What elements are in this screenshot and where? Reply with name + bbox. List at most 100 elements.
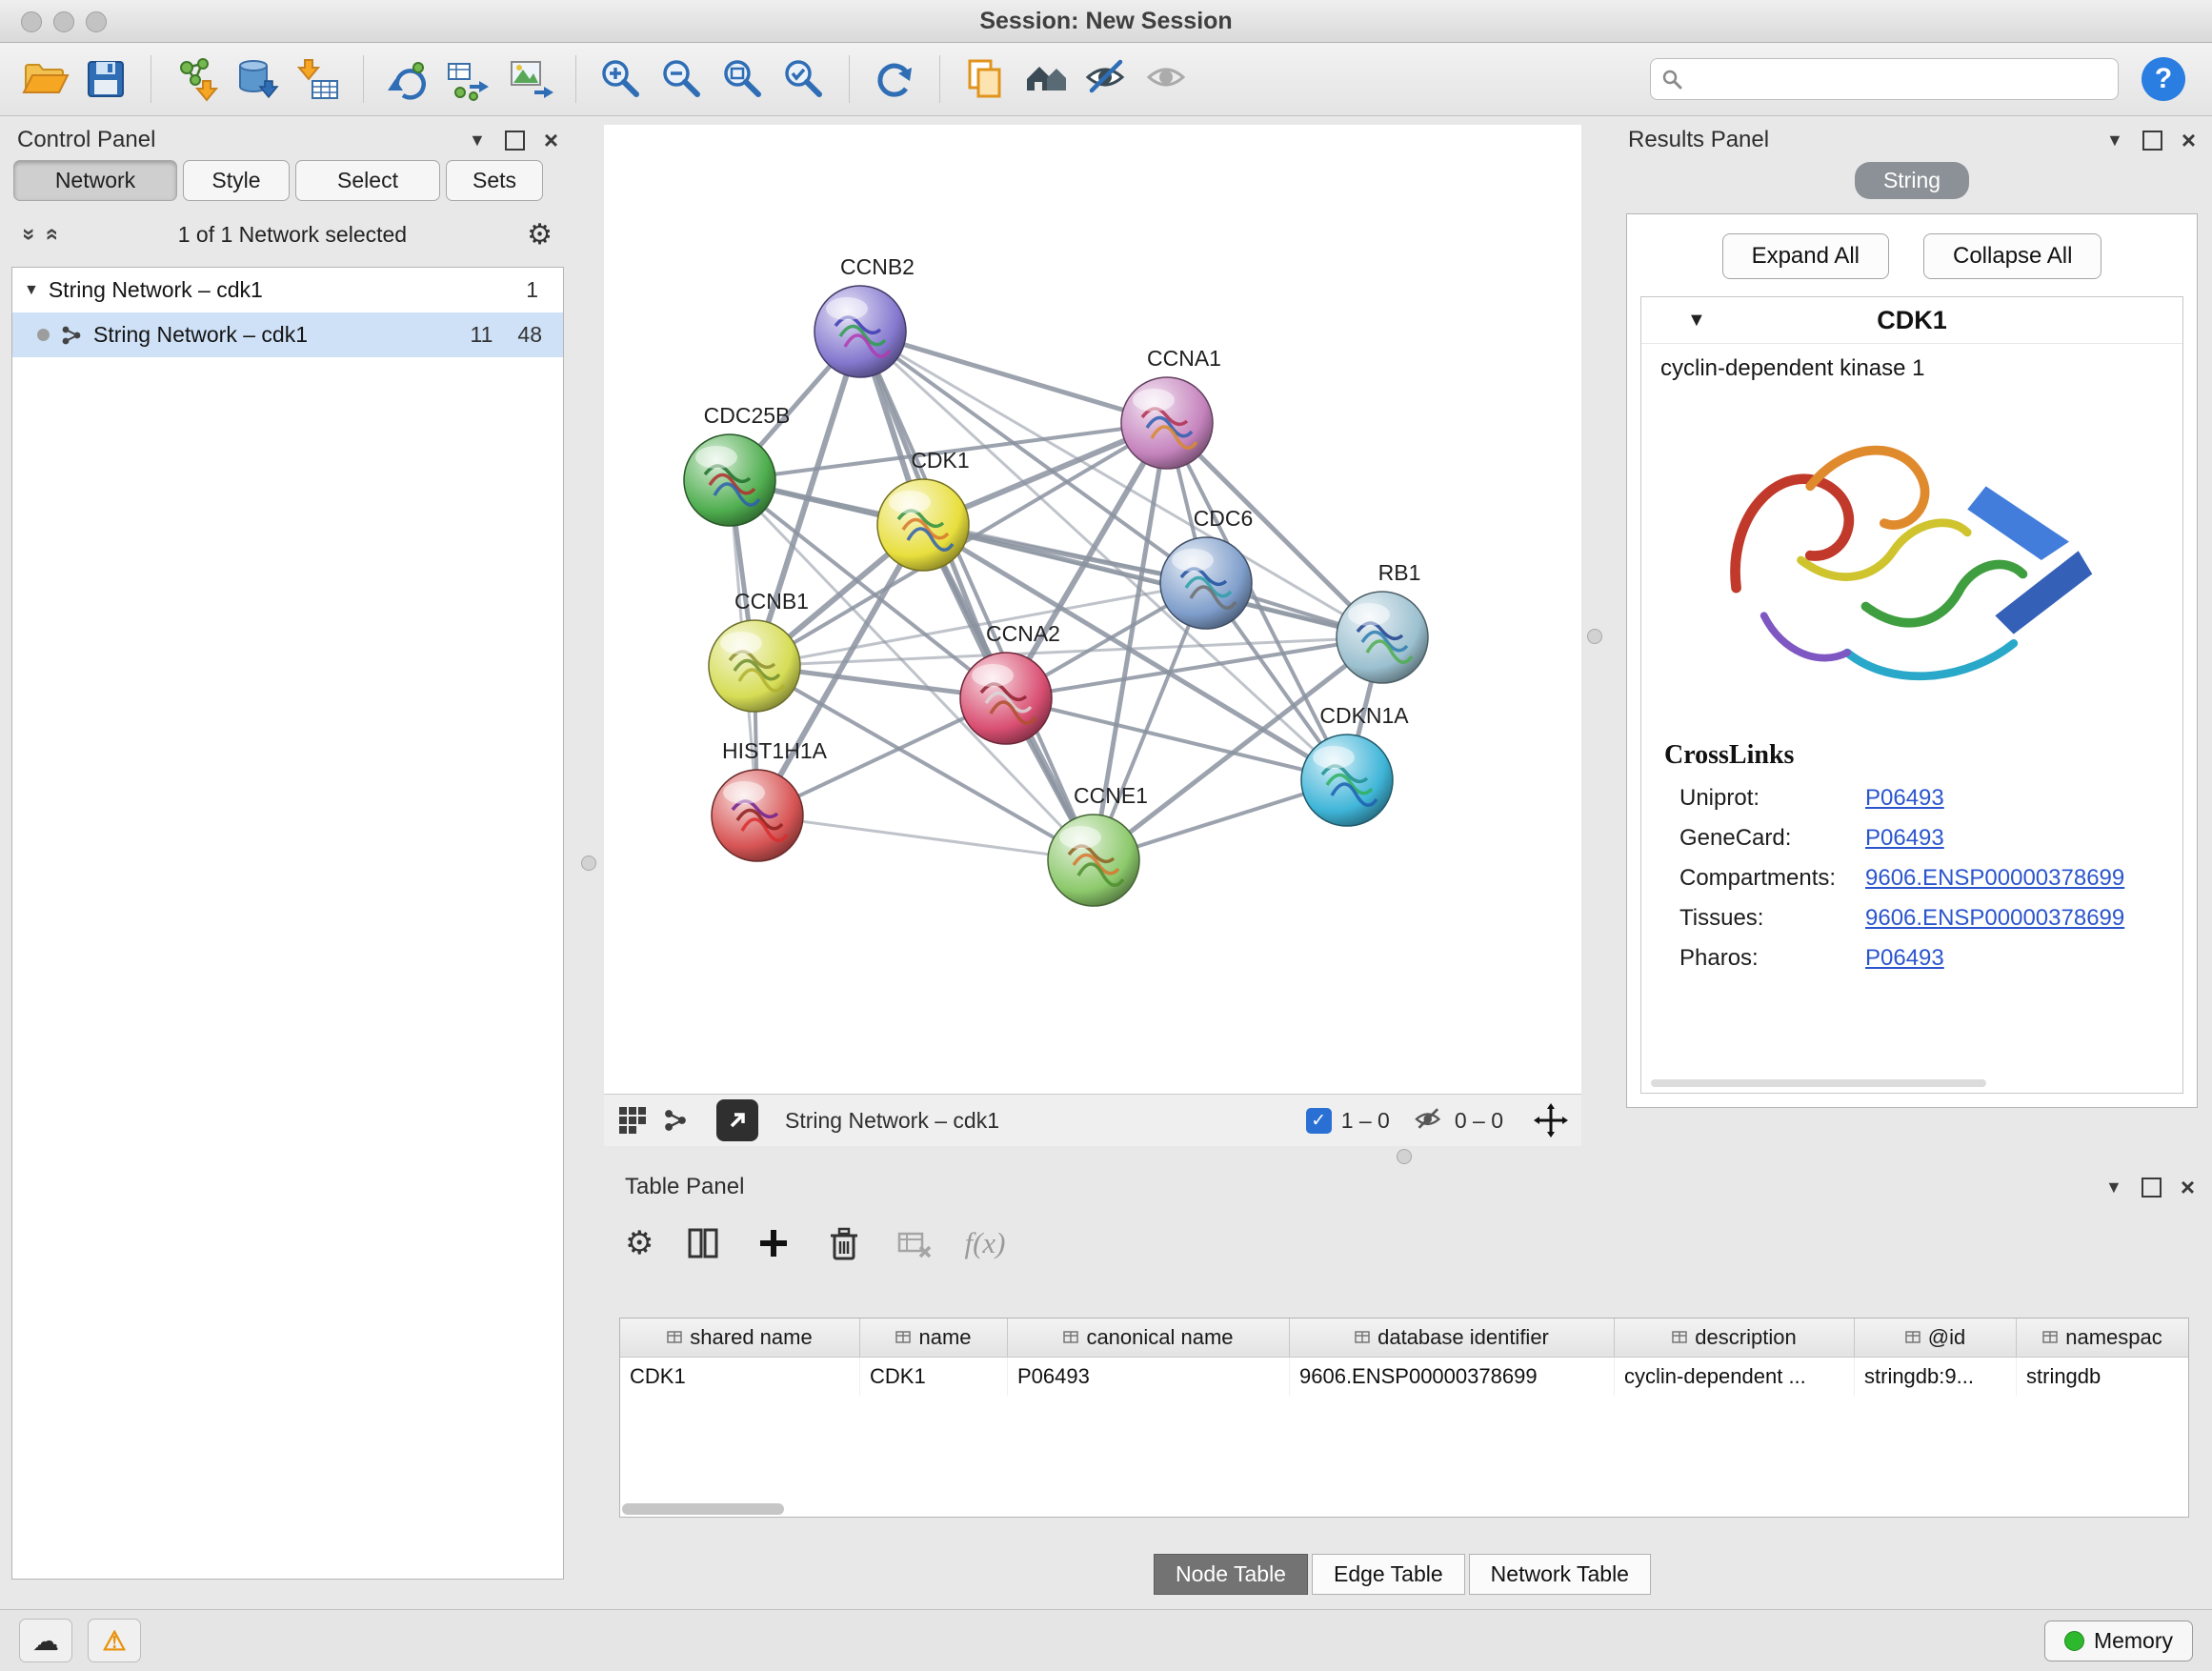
- close-panel-icon[interactable]: ×: [2181, 1175, 2195, 1199]
- cell-shared-name[interactable]: CDK1: [620, 1358, 860, 1396]
- network-node-CDK1[interactable]: CDK1: [877, 448, 970, 571]
- column-header[interactable]: canonical name: [1008, 1319, 1290, 1357]
- add-column-icon[interactable]: [753, 1222, 794, 1264]
- close-panel-icon[interactable]: ×: [2182, 128, 2196, 152]
- collapse-arrow-icon[interactable]: ▼: [24, 282, 39, 299]
- tab-network-table[interactable]: Network Table: [1469, 1554, 1651, 1595]
- network-edge[interactable]: [860, 332, 1167, 423]
- collapse-all-button[interactable]: Collapse All: [1923, 233, 2101, 279]
- tab-node-table[interactable]: Node Table: [1154, 1554, 1308, 1595]
- maximize-panel-icon[interactable]: [2142, 1178, 2162, 1198]
- export-image-icon[interactable]: [503, 51, 558, 107]
- network-node-CCNA1[interactable]: CCNA1: [1121, 346, 1221, 469]
- splitter-handle[interactable]: [1397, 1149, 1412, 1164]
- crosslink-link[interactable]: 9606.ENSP00000378699: [1865, 865, 2124, 892]
- import-network-database-icon[interactable]: [230, 51, 285, 107]
- network-node-CDC25B[interactable]: CDC25B: [684, 403, 790, 526]
- search-input[interactable]: [1691, 66, 2108, 92]
- network-node-RB1[interactable]: RB1: [1337, 560, 1428, 683]
- float-panel-icon[interactable]: ▼: [469, 131, 486, 151]
- save-session-icon[interactable]: [78, 51, 133, 107]
- show-all-icon[interactable]: [1140, 51, 1196, 107]
- minimize-window-button[interactable]: [53, 11, 74, 32]
- zoom-selected-icon[interactable]: [776, 51, 832, 107]
- tab-edge-table[interactable]: Edge Table: [1312, 1554, 1465, 1595]
- column-header[interactable]: name: [860, 1319, 1008, 1357]
- network-edge[interactable]: [757, 815, 1094, 860]
- crosslink-link[interactable]: P06493: [1865, 825, 1944, 852]
- collapse-section-icon[interactable]: ▼: [1687, 310, 1706, 332]
- cell-database-identifier[interactable]: 9606.ENSP00000378699: [1290, 1358, 1615, 1396]
- home-icon[interactable]: [1018, 51, 1074, 107]
- delete-table-icon[interactable]: [894, 1222, 935, 1264]
- splitter-handle[interactable]: [581, 856, 596, 871]
- expand-all-button[interactable]: Expand All: [1722, 233, 1889, 279]
- open-session-icon[interactable]: [17, 51, 72, 107]
- crosslink-link[interactable]: 9606.ENSP00000378699: [1865, 905, 2124, 932]
- network-overview-icon[interactable]: [661, 1106, 690, 1135]
- close-panel-icon[interactable]: ×: [544, 128, 558, 152]
- cell-canonical-name[interactable]: P06493: [1008, 1358, 1290, 1396]
- import-table-icon[interactable]: [291, 51, 346, 107]
- network-canvas[interactable]: CCNB2CCNA1CDC25BCDK1CDC6RB1CCNB1CCNA2CDK…: [604, 125, 1581, 1094]
- tab-select[interactable]: Select: [295, 160, 440, 201]
- cell-description[interactable]: cyclin-dependent ...: [1615, 1358, 1855, 1396]
- collapse-all-networks-icon[interactable]: »: [38, 228, 65, 240]
- copy-document-icon[interactable]: [957, 51, 1013, 107]
- column-header[interactable]: namespac: [2017, 1319, 2188, 1357]
- table-row[interactable]: CDK1 CDK1 P06493 9606.ENSP00000378699 cy…: [620, 1358, 2188, 1396]
- network-from-table-icon[interactable]: [442, 51, 497, 107]
- crosslink-link[interactable]: P06493: [1865, 785, 1944, 812]
- cell-namespace[interactable]: stringdb: [2017, 1358, 2188, 1396]
- delete-column-trash-icon[interactable]: [823, 1222, 865, 1264]
- import-network-file-icon[interactable]: [169, 51, 224, 107]
- clone-network-icon[interactable]: [381, 51, 436, 107]
- network-collection-row[interactable]: ▼ String Network – cdk1 1: [12, 268, 563, 312]
- show-columns-icon[interactable]: [682, 1222, 724, 1264]
- network-node-HIST1H1A[interactable]: HIST1H1A: [712, 738, 828, 861]
- hidden-items-eye-icon[interactable]: [1413, 1104, 1445, 1137]
- function-builder-icon[interactable]: f(x): [964, 1226, 1005, 1260]
- zoom-window-button[interactable]: [86, 11, 107, 32]
- float-panel-icon[interactable]: ▼: [2105, 1178, 2122, 1198]
- layout-refresh-icon[interactable]: [867, 51, 922, 107]
- close-window-button[interactable]: [21, 11, 42, 32]
- horizontal-scrollbar[interactable]: [622, 1503, 784, 1515]
- maximize-panel-icon[interactable]: [2142, 131, 2162, 151]
- column-header[interactable]: shared name: [620, 1319, 860, 1357]
- network-edge[interactable]: [860, 332, 1094, 860]
- string-tab[interactable]: String: [1855, 162, 1969, 199]
- column-type-icon: [667, 1330, 682, 1345]
- tab-sets[interactable]: Sets: [446, 160, 543, 201]
- network-row[interactable]: String Network – cdk1 11 48: [12, 312, 563, 357]
- float-panel-icon[interactable]: ▼: [2106, 131, 2123, 151]
- horizontal-scrollbar[interactable]: [1651, 1079, 1986, 1087]
- crosslink-link[interactable]: P06493: [1865, 945, 1944, 972]
- memory-button[interactable]: Memory: [2044, 1621, 2193, 1661]
- cloud-button[interactable]: ☁: [19, 1619, 72, 1662]
- pan-crosshair-icon[interactable]: [1534, 1103, 1568, 1137]
- zoom-out-icon[interactable]: [654, 51, 710, 107]
- network-node-CCNB1[interactable]: CCNB1: [709, 589, 809, 712]
- open-in-new-window-button[interactable]: [716, 1099, 758, 1141]
- column-header[interactable]: description: [1615, 1319, 1855, 1357]
- cell-name[interactable]: CDK1: [860, 1358, 1008, 1396]
- zoom-in-icon[interactable]: [593, 51, 649, 107]
- toolbar-search[interactable]: [1650, 58, 2119, 100]
- tab-style[interactable]: Style: [183, 160, 290, 201]
- selected-items-checkbox-icon[interactable]: ✓: [1306, 1108, 1332, 1134]
- splitter-handle[interactable]: [1587, 629, 1602, 644]
- tab-network[interactable]: Network: [13, 160, 177, 201]
- birdseye-grid-icon[interactable]: [617, 1105, 648, 1136]
- maximize-panel-icon[interactable]: [505, 131, 525, 151]
- table-options-gear-icon[interactable]: ⚙: [625, 1224, 654, 1262]
- hide-selected-icon[interactable]: [1079, 51, 1135, 107]
- network-node-CDC6[interactable]: CDC6: [1160, 506, 1253, 629]
- cell-id[interactable]: stringdb:9...: [1855, 1358, 2017, 1396]
- warnings-button[interactable]: ⚠: [88, 1619, 141, 1662]
- column-header[interactable]: database identifier: [1290, 1319, 1615, 1357]
- column-header[interactable]: @id: [1855, 1319, 2017, 1357]
- help-button[interactable]: ?: [2142, 57, 2185, 101]
- network-options-gear-icon[interactable]: ⚙: [527, 218, 553, 252]
- zoom-fit-icon[interactable]: [715, 51, 771, 107]
